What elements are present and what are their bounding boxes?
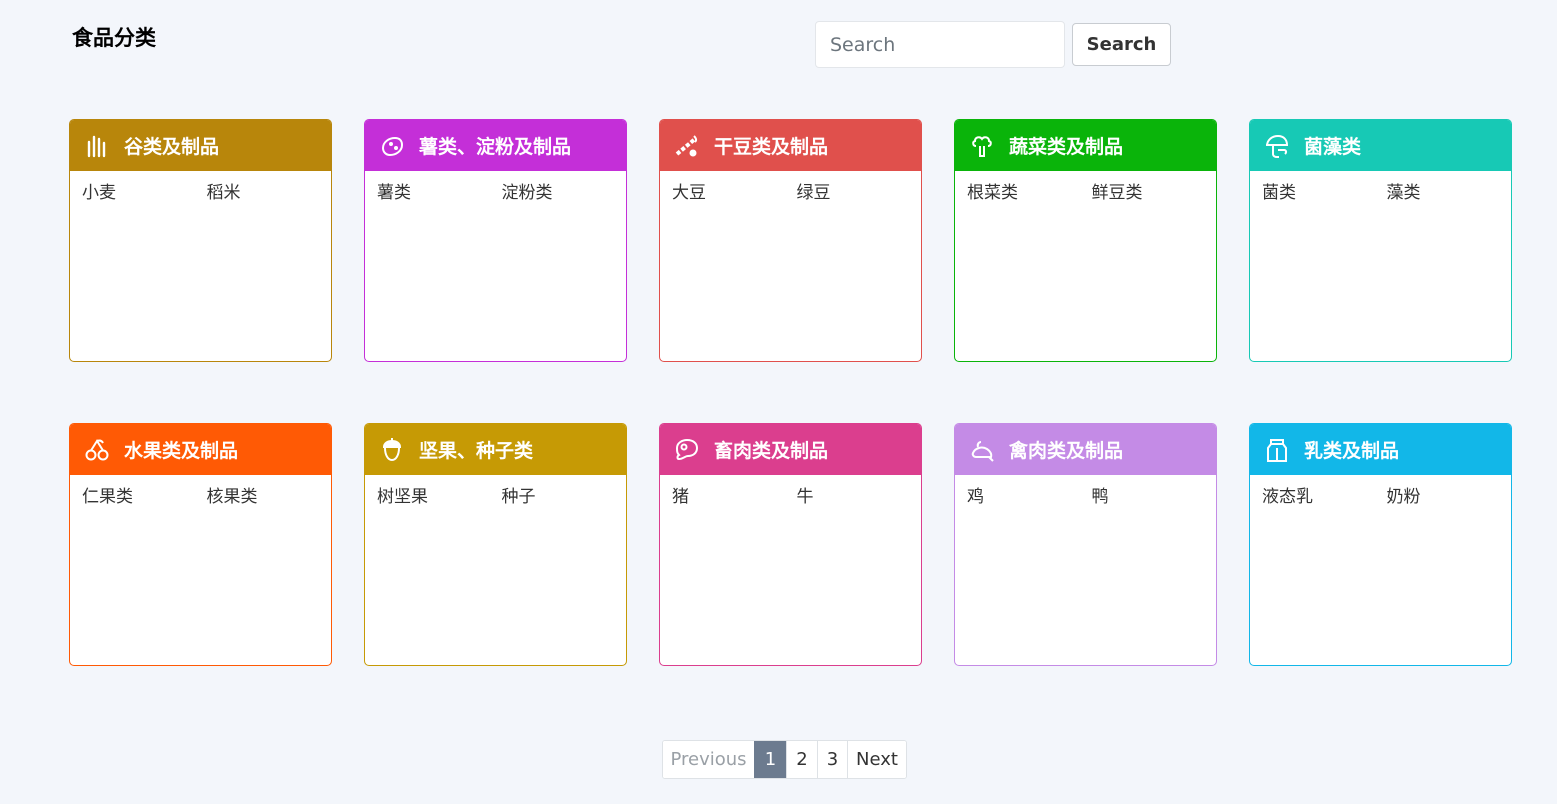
subcategory-link[interactable]: 树坚果 [377, 482, 502, 507]
category-card-body: 树坚果 种子 [365, 475, 626, 507]
category-card-header[interactable]: 水果类及制品 [70, 424, 331, 475]
category-card: 水果类及制品仁果类 核果类 [69, 423, 332, 666]
category-card-body: 鸡鸭 [955, 475, 1216, 507]
search-input[interactable] [815, 21, 1065, 68]
cherry-icon [84, 437, 110, 463]
broccoli-icon [969, 133, 995, 159]
category-card: 禽肉类及制品鸡鸭 [954, 423, 1217, 666]
category-card-body: 根菜类 鲜豆类 [955, 171, 1216, 203]
page-title: 食品分类 [72, 26, 156, 50]
category-title[interactable]: 禽肉类及制品 [1009, 436, 1123, 463]
category-card: 干豆类及制品大豆 绿豆 [659, 119, 922, 362]
category-card: 薯类、淀粉及制品薯类 淀粉类 [364, 119, 627, 362]
milk-carton-icon [1264, 437, 1290, 463]
subcategory-link[interactable]: 液态乳 [1262, 482, 1387, 507]
category-card-header[interactable]: 菌藻类 [1250, 120, 1511, 171]
subcategory-link[interactable]: 小麦 [82, 178, 207, 203]
category-card-body: 液态乳 奶粉 [1250, 475, 1511, 507]
category-title[interactable]: 乳类及制品 [1304, 436, 1399, 463]
category-card-body: 小麦 稻米 [70, 171, 331, 203]
category-card-body: 大豆 绿豆 [660, 171, 921, 203]
subcategory-link[interactable]: 大豆 [672, 178, 797, 203]
category-card: 坚果、种子类树坚果 种子 [364, 423, 627, 666]
category-card-body: 菌类 藻类 [1250, 171, 1511, 203]
subcategory-link[interactable]: 猪 [672, 482, 797, 507]
category-card: 乳类及制品液态乳 奶粉 [1249, 423, 1512, 666]
category-title[interactable]: 坚果、种子类 [419, 436, 533, 463]
subcategory-link[interactable]: 绿豆 [797, 178, 922, 203]
subcategory-link[interactable]: 核果类 [207, 482, 332, 507]
subcategory-link[interactable]: 奶粉 [1387, 482, 1512, 507]
subcategory-link[interactable]: 藻类 [1387, 178, 1512, 203]
previous-page-button[interactable]: Previous [663, 741, 754, 778]
subcategory-link[interactable]: 种子 [502, 482, 627, 507]
category-title[interactable]: 水果类及制品 [124, 436, 238, 463]
mushroom-icon [1264, 133, 1290, 159]
category-card-header[interactable]: 干豆类及制品 [660, 120, 921, 171]
category-card: 畜肉类及制品猪牛 [659, 423, 922, 666]
subcategory-link[interactable]: 鲜豆类 [1092, 178, 1217, 203]
subcategory-link[interactable]: 稻米 [207, 178, 332, 203]
bean-icon [674, 133, 700, 159]
category-card: 谷类及制品小麦 稻米 [69, 119, 332, 362]
subcategory-link[interactable]: 仁果类 [82, 482, 207, 507]
category-title[interactable]: 干豆类及制品 [714, 132, 828, 159]
category-title[interactable]: 畜肉类及制品 [714, 436, 828, 463]
subcategory-link[interactable]: 鸭 [1092, 482, 1217, 507]
category-card-header[interactable]: 蔬菜类及制品 [955, 120, 1216, 171]
subcategory-link[interactable]: 淀粉类 [502, 178, 627, 203]
subcategory-link[interactable]: 鸡 [967, 482, 1092, 507]
category-title[interactable]: 菌藻类 [1304, 132, 1361, 159]
poultry-icon [969, 437, 995, 463]
pagination: Previous 1 2 3 Next [662, 740, 907, 779]
subcategory-link[interactable]: 牛 [797, 482, 922, 507]
grain-icon [84, 133, 110, 159]
category-card-body: 猪牛 [660, 475, 921, 507]
category-title[interactable]: 谷类及制品 [124, 132, 219, 159]
page-2-button[interactable]: 2 [786, 741, 817, 778]
category-card-header[interactable]: 乳类及制品 [1250, 424, 1511, 475]
category-card-header[interactable]: 坚果、种子类 [365, 424, 626, 475]
category-card-header[interactable]: 谷类及制品 [70, 120, 331, 171]
category-card: 蔬菜类及制品根菜类 鲜豆类 [954, 119, 1217, 362]
subcategory-link[interactable]: 薯类 [377, 178, 502, 203]
page-1-button[interactable]: 1 [754, 741, 786, 778]
category-title[interactable]: 蔬菜类及制品 [1009, 132, 1123, 159]
subcategory-link[interactable]: 根菜类 [967, 178, 1092, 203]
acorn-icon [379, 437, 405, 463]
category-card: 菌藻类菌类 藻类 [1249, 119, 1512, 362]
search-button[interactable]: Search [1072, 23, 1171, 66]
category-title[interactable]: 薯类、淀粉及制品 [419, 132, 571, 159]
page-3-button[interactable]: 3 [817, 741, 847, 778]
category-card-header[interactable]: 薯类、淀粉及制品 [365, 120, 626, 171]
potato-icon [379, 133, 405, 159]
category-card-body: 仁果类 核果类 [70, 475, 331, 507]
subcategory-link[interactable]: 菌类 [1262, 178, 1387, 203]
category-card-body: 薯类 淀粉类 [365, 171, 626, 203]
category-card-header[interactable]: 畜肉类及制品 [660, 424, 921, 475]
category-card-header[interactable]: 禽肉类及制品 [955, 424, 1216, 475]
next-page-button[interactable]: Next [847, 741, 906, 778]
meat-icon [674, 437, 700, 463]
